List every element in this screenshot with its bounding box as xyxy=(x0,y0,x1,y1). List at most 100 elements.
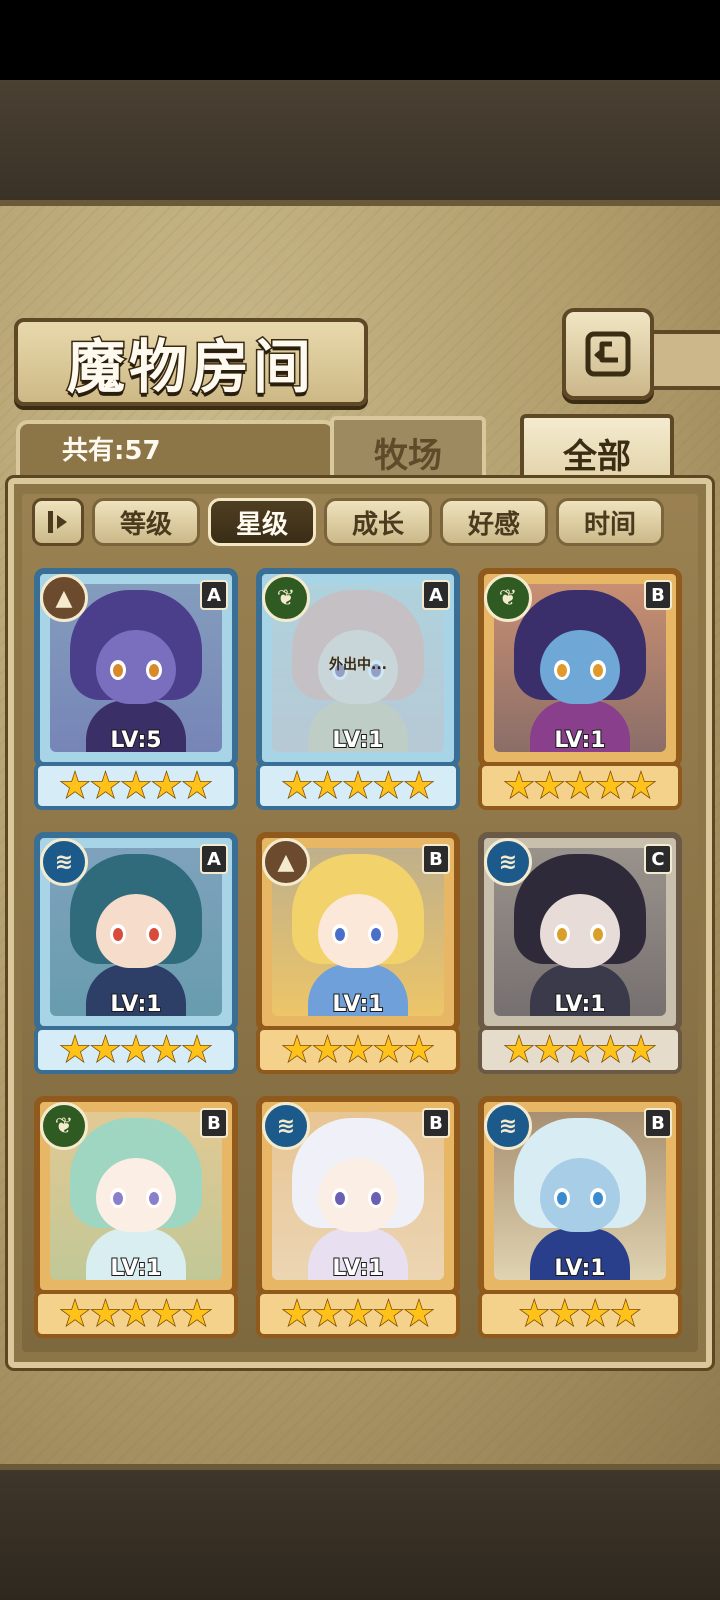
star-rating: ★ ★ ★ ★ ★ xyxy=(478,762,682,810)
star-icon: ★ xyxy=(181,1030,213,1070)
tab-farm[interactable]: 牧场 xyxy=(330,416,486,484)
star-icon: ★ xyxy=(150,1030,182,1070)
rank-badge: A xyxy=(200,844,228,874)
title-plate: 魔物房间 xyxy=(14,318,368,406)
star-icon: ★ xyxy=(312,1294,344,1334)
page-title: 魔物房间 xyxy=(65,332,315,403)
star-icon: ★ xyxy=(342,766,374,806)
star-icon: ★ xyxy=(181,1294,213,1334)
star-icon: ★ xyxy=(625,766,657,806)
monster-card[interactable]: ▲ A LV:5 ★ ★ ★ ★ ★ xyxy=(34,568,238,814)
star-icon: ★ xyxy=(564,766,596,806)
water-waves-icon: ≋ xyxy=(484,838,532,886)
star-icon: ★ xyxy=(281,1294,313,1334)
leaf-icon: ❦ xyxy=(484,574,532,622)
level-label: LV:1 xyxy=(331,727,384,754)
star-icon: ★ xyxy=(403,766,435,806)
monster-card[interactable]: ≋ B LV:1 ★ ★ ★ ★ xyxy=(478,1096,682,1342)
star-icon: ★ xyxy=(342,1294,374,1334)
star-icon: ★ xyxy=(610,1294,642,1334)
star-icon: ★ xyxy=(372,1030,404,1070)
star-icon: ★ xyxy=(625,1030,657,1070)
star-icon: ★ xyxy=(150,766,182,806)
star-icon: ★ xyxy=(564,1030,596,1070)
monster-card[interactable]: ≋ B LV:1 ★ ★ ★ ★ ★ xyxy=(256,1096,460,1342)
monster-card[interactable]: ≋ C LV:1 ★ ★ ★ ★ ★ xyxy=(478,832,682,1078)
star-icon: ★ xyxy=(281,766,313,806)
star-icon: ★ xyxy=(120,1294,152,1334)
star-rating: ★ ★ ★ ★ ★ xyxy=(34,1290,238,1338)
mountain-icon: ▲ xyxy=(40,574,88,622)
star-icon: ★ xyxy=(90,1294,122,1334)
star-icon: ★ xyxy=(534,766,566,806)
away-status: 外出中... xyxy=(329,657,387,673)
star-rating: ★ ★ ★ ★ ★ xyxy=(34,1026,238,1074)
star-icon: ★ xyxy=(372,1294,404,1334)
star-icon: ★ xyxy=(342,1030,374,1070)
card-frame: ≋ A LV:1 xyxy=(34,832,238,1032)
star-icon: ★ xyxy=(594,1030,626,1070)
star-icon: ★ xyxy=(181,766,213,806)
back-button[interactable] xyxy=(562,308,654,400)
sort-growth-button[interactable]: 成长 xyxy=(324,498,432,546)
star-icon: ★ xyxy=(534,1030,566,1070)
sort-order-toggle[interactable] xyxy=(32,498,84,546)
sort-order-icon xyxy=(48,511,67,533)
rank-badge: A xyxy=(200,580,228,610)
star-rating: ★ ★ ★ ★ ★ xyxy=(256,1026,460,1074)
water-waves-icon: ≋ xyxy=(484,1102,532,1150)
map-background-top xyxy=(0,80,720,200)
card-frame: ▲ A LV:5 xyxy=(34,568,238,768)
monster-grid: ▲ A LV:5 ★ ★ ★ ★ ★ 外出中... ❦ A LV:1 ★ ★ ★ ★ ★ ❦ B LV:1 ★ ★ ★ ★ ★ ≋… xyxy=(34,568,684,1342)
monster-card[interactable]: ❦ B LV:1 ★ ★ ★ ★ ★ xyxy=(478,568,682,814)
leaf-icon: ❦ xyxy=(40,1102,88,1150)
star-icon: ★ xyxy=(549,1294,581,1334)
map-background-bottom xyxy=(0,1470,720,1600)
star-icon: ★ xyxy=(90,1030,122,1070)
sort-level-button[interactable]: 等级 xyxy=(92,498,200,546)
star-icon: ★ xyxy=(120,1030,152,1070)
star-icon: ★ xyxy=(403,1030,435,1070)
card-frame: 外出中... ❦ A LV:1 xyxy=(256,568,460,768)
sort-affection-button[interactable]: 好感 xyxy=(440,498,548,546)
card-frame: ▲ B LV:1 xyxy=(256,832,460,1032)
status-bar xyxy=(0,0,720,80)
rank-badge: B xyxy=(644,580,672,610)
level-label: LV:1 xyxy=(553,727,606,754)
level-label: LV:1 xyxy=(109,1255,162,1282)
star-icon: ★ xyxy=(503,1030,535,1070)
sort-star-button[interactable]: 星级 xyxy=(208,498,316,546)
water-waves-icon: ≋ xyxy=(262,1102,310,1150)
star-icon: ★ xyxy=(503,766,535,806)
monster-card[interactable]: ❦ B LV:1 ★ ★ ★ ★ ★ xyxy=(34,1096,238,1342)
sort-time-button[interactable]: 时间 xyxy=(556,498,664,546)
star-icon: ★ xyxy=(518,1294,550,1334)
monster-card[interactable]: ▲ B LV:1 ★ ★ ★ ★ ★ xyxy=(256,832,460,1078)
level-label: LV:1 xyxy=(553,991,606,1018)
monster-card[interactable]: ≋ A LV:1 ★ ★ ★ ★ ★ xyxy=(34,832,238,1078)
star-icon: ★ xyxy=(59,766,91,806)
level-label: LV:1 xyxy=(331,991,384,1018)
card-frame: ❦ B LV:1 xyxy=(34,1096,238,1296)
star-rating: ★ ★ ★ ★ ★ xyxy=(256,1290,460,1338)
tab-all[interactable]: 全部 xyxy=(520,414,674,488)
star-rating: ★ ★ ★ ★ ★ xyxy=(478,1026,682,1074)
water-waves-icon: ≋ xyxy=(40,838,88,886)
star-icon: ★ xyxy=(403,1294,435,1334)
star-icon: ★ xyxy=(594,766,626,806)
star-icon: ★ xyxy=(59,1294,91,1334)
mountain-icon: ▲ xyxy=(262,838,310,886)
star-icon: ★ xyxy=(59,1030,91,1070)
rank-badge: C xyxy=(644,844,672,874)
rank-badge: B xyxy=(422,844,450,874)
card-frame: ≋ B LV:1 xyxy=(478,1096,682,1296)
leaf-icon: ❦ xyxy=(262,574,310,622)
level-label: LV:5 xyxy=(109,727,162,754)
star-icon: ★ xyxy=(120,766,152,806)
card-frame: ≋ C LV:1 xyxy=(478,832,682,1032)
rank-badge: A xyxy=(422,580,450,610)
monster-room-screen: 魔物房间 共有:57 牧场 全部 等级 星级 成长 好感 时间 ▲ A LV:5 ★ ★… xyxy=(0,0,720,1600)
sort-bar: 等级 星级 成长 好感 时间 xyxy=(32,496,684,548)
monster-card[interactable]: 外出中... ❦ A LV:1 ★ ★ ★ ★ ★ xyxy=(256,568,460,814)
rank-badge: B xyxy=(200,1108,228,1138)
